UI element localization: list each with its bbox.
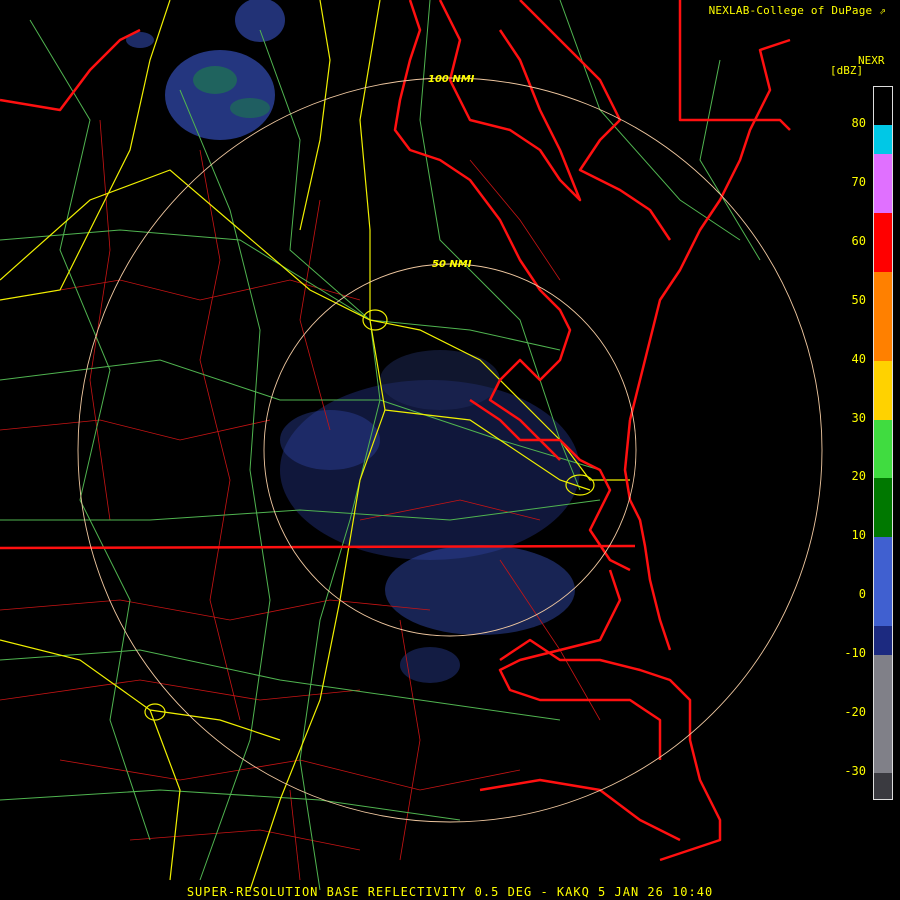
color-scale-tick-label: 70 [851, 174, 866, 189]
source-credit: NEXLAB-College of DuPage ⇗ [708, 4, 886, 17]
range-ring-label-50: 50 NMI [432, 259, 472, 270]
color-scale-tick-label: 10 [851, 528, 866, 543]
color-scale-segment [874, 213, 892, 273]
color-scale-tick-label: 0 [858, 587, 866, 602]
range-ring-label-100: 100 NMI [428, 74, 475, 85]
color-scale-tick-label: 50 [851, 292, 866, 307]
color-scale-tick-label: -30 [844, 764, 866, 778]
color-scale-segment [874, 655, 892, 773]
product-caption: SUPER-RESOLUTION BASE REFLECTIVITY 0.5 D… [186, 885, 714, 899]
color-scale-segment [874, 625, 892, 656]
color-scale-segment [874, 272, 892, 361]
color-scale-tick-label: -20 [844, 705, 866, 720]
color-scale-segment [874, 537, 892, 626]
external-link-icon[interactable]: ⇗ [879, 4, 886, 17]
color-scale-segment [874, 154, 892, 214]
dbz-color-scale [873, 86, 893, 800]
color-scale-tick-label: 30 [851, 410, 866, 425]
color-scale-tick-label: 80 [851, 116, 866, 130]
color-scale-tick-label: 20 [851, 469, 866, 484]
color-scale-segment [874, 360, 892, 420]
color-scale-segment [874, 773, 892, 799]
color-scale-segment [874, 125, 892, 155]
color-scale-segment [874, 419, 892, 479]
color-scale-tick-label: -10 [844, 646, 866, 661]
radar-map: 100 NMI 50 NMI [0, 0, 900, 900]
color-scale-segment [874, 478, 892, 538]
color-scale-tick-label: 60 [851, 233, 866, 248]
unit-label: [dBZ] [830, 64, 864, 77]
color-scale-tick-label: 40 [851, 351, 866, 366]
